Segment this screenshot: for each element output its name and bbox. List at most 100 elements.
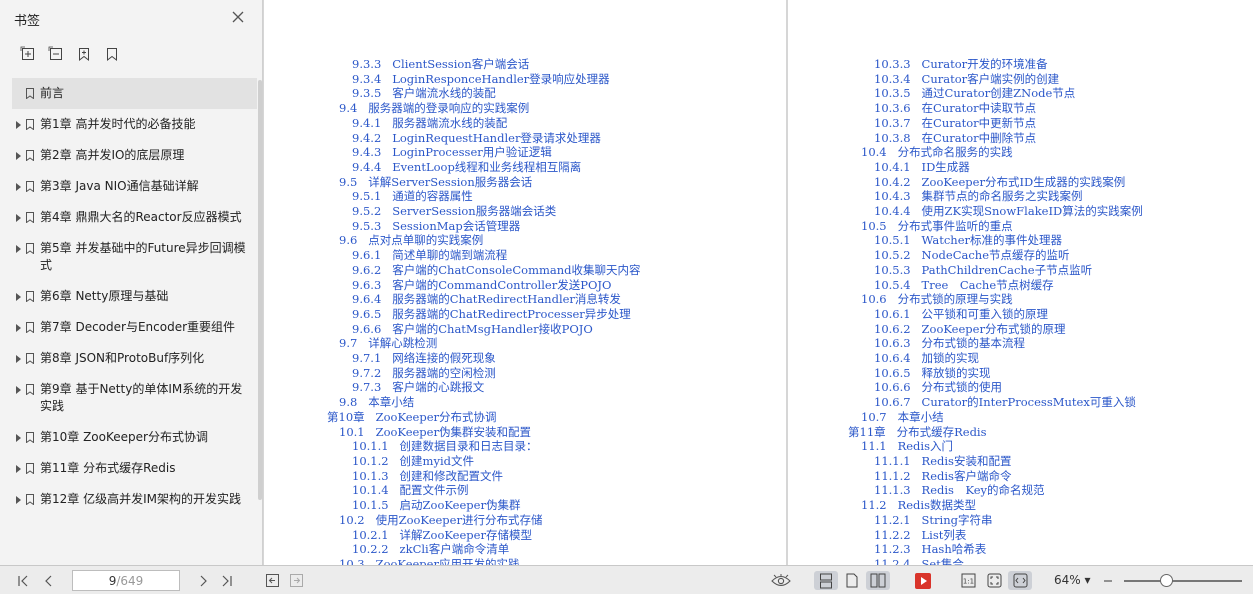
toc-entry[interactable]: 10.6 分布式锁的原理与实践 xyxy=(788,292,1253,307)
expand-arrow-icon[interactable] xyxy=(16,245,21,253)
toc-entry[interactable]: 9.3.3 ClientSession客户端会话 xyxy=(264,57,786,72)
toc-entry[interactable]: 10.4.2 ZooKeeper分布式ID生成器的实践案例 xyxy=(788,175,1253,190)
continuous-scroll-icon[interactable] xyxy=(814,571,838,590)
bookmark-item[interactable]: 第9章 基于Netty的单体IM系统的开发实践 xyxy=(12,374,257,422)
toc-entry[interactable]: 10.3 ZooKeeper应用开发的实践 xyxy=(264,557,786,565)
toc-entry[interactable]: 10.4.4 使用ZK实现SnowFlakeID算法的实践案例 xyxy=(788,204,1253,219)
toc-entry[interactable]: 10.6.4 加锁的实现 xyxy=(788,351,1253,366)
page-number-input[interactable]: 9/649 xyxy=(72,570,180,591)
toc-entry[interactable]: 9.7.3 客户端的心跳报文 xyxy=(264,380,786,395)
toc-entry[interactable]: 9.4.1 服务器端流水线的装配 xyxy=(264,116,786,131)
play-icon[interactable] xyxy=(912,571,934,590)
previous-page-icon[interactable] xyxy=(40,571,58,590)
forward-icon[interactable] xyxy=(286,571,306,590)
toc-entry[interactable]: 9.4.2 LoginRequestHandler登录请求处理器 xyxy=(264,131,786,146)
toc-entry[interactable]: 11.2.1 String字符串 xyxy=(788,513,1253,528)
bookmark-item[interactable]: 前言 xyxy=(12,78,257,109)
toc-entry[interactable]: 9.7.1 网络连接的假死现象 xyxy=(264,351,786,366)
toc-entry[interactable]: 10.1.5 启动ZooKeeper伪集群 xyxy=(264,498,786,513)
toc-entry[interactable]: 9.3.4 LoginResponceHandler登录响应处理器 xyxy=(264,72,786,87)
toc-entry[interactable]: 10.4.1 ID生成器 xyxy=(788,160,1253,175)
expand-arrow-icon[interactable] xyxy=(16,496,21,504)
toc-entry[interactable]: 9.5.3 SessionMap会话管理器 xyxy=(264,219,786,234)
toc-entry[interactable]: 10.3.5 通过Curator创建ZNode节点 xyxy=(788,86,1253,101)
collapse-all-icon[interactable] xyxy=(48,46,64,62)
toc-entry[interactable]: 9.6.5 服务器端的ChatRedirectProcesser异步处理 xyxy=(264,307,786,322)
toc-entry[interactable]: 第10章 ZooKeeper分布式协调 xyxy=(264,410,786,425)
toc-entry[interactable]: 10.3.6 在Curator中读取节点 xyxy=(788,101,1253,116)
toc-entry[interactable]: 10.5.4 Tree Cache节点树缓存 xyxy=(788,278,1253,293)
expand-arrow-icon[interactable] xyxy=(16,121,21,129)
zoom-out-icon[interactable] xyxy=(1100,571,1116,590)
sidebar-scrollbar[interactable] xyxy=(258,80,262,500)
toc-entry[interactable]: 10.3.8 在Curator中删除节点 xyxy=(788,131,1253,146)
toc-entry[interactable]: 10.6.1 公平锁和可重入锁的原理 xyxy=(788,307,1253,322)
toc-entry[interactable]: 11.1 Redis入门 xyxy=(788,439,1253,454)
toc-entry[interactable]: 10.4.3 集群节点的命名服务之实践案例 xyxy=(788,189,1253,204)
toc-entry[interactable]: 9.4 服务器端的登录响应的实践案例 xyxy=(264,101,786,116)
toc-entry[interactable]: 10.6.5 释放锁的实现 xyxy=(788,366,1253,381)
toc-entry[interactable]: 10.1 ZooKeeper伪集群安装和配置 xyxy=(264,425,786,440)
bookmark-item[interactable]: 第1章 高并发时代的必备技能 xyxy=(12,109,257,140)
toc-entry[interactable]: 10.5.3 PathChildrenCache子节点监听 xyxy=(788,263,1253,278)
bookmark-item[interactable]: 第7章 Decoder与Encoder重要组件 xyxy=(12,312,257,343)
toc-entry[interactable]: 10.6.7 Curator的InterProcessMutex可重入锁 xyxy=(788,395,1253,410)
zoom-slider-handle[interactable] xyxy=(1160,574,1173,587)
bookmark-icon[interactable] xyxy=(104,46,120,62)
toc-entry[interactable]: 10.5.1 Watcher标准的事件处理器 xyxy=(788,233,1253,248)
toc-entry[interactable]: 10.7 本章小结 xyxy=(788,410,1253,425)
expand-arrow-icon[interactable] xyxy=(16,214,21,222)
eye-icon[interactable] xyxy=(770,571,792,590)
toc-entry[interactable]: 9.5.1 通道的容器属性 xyxy=(264,189,786,204)
toc-entry[interactable]: 9.6.3 客户端的CommandController发送POJO xyxy=(264,278,786,293)
bookmark-item[interactable]: 第11章 分布式缓存Redis xyxy=(12,453,257,484)
toc-entry[interactable]: 9.5.2 ServerSession服务器端会话类 xyxy=(264,204,786,219)
bookmark-item[interactable]: 第2章 高并发IO的底层原理 xyxy=(12,140,257,171)
first-page-icon[interactable] xyxy=(14,571,32,590)
toc-entry[interactable]: 10.1.4 配置文件示例 xyxy=(264,483,786,498)
add-bookmark-icon[interactable] xyxy=(76,46,92,62)
toc-entry[interactable]: 9.4.3 LoginProcesser用户验证逻辑 xyxy=(264,145,786,160)
toc-entry[interactable]: 11.1.3 Redis Key的命名规范 xyxy=(788,483,1253,498)
toc-entry[interactable]: 11.2.2 List列表 xyxy=(788,528,1253,543)
last-page-icon[interactable] xyxy=(218,571,236,590)
expand-arrow-icon[interactable] xyxy=(16,152,21,160)
toc-entry[interactable]: 10.1.2 创建myid文件 xyxy=(264,454,786,469)
toc-entry[interactable]: 第11章 分布式缓存Redis xyxy=(788,425,1253,440)
toc-entry[interactable]: 9.6.1 简述单聊的端到端流程 xyxy=(264,248,786,263)
toc-entry[interactable]: 10.1.3 创建和修改配置文件 xyxy=(264,469,786,484)
toc-entry[interactable]: 10.6.2 ZooKeeper分布式锁的原理 xyxy=(788,322,1253,337)
toc-entry[interactable]: 9.8 本章小结 xyxy=(264,395,786,410)
toc-entry[interactable]: 11.2.4 Set集合 xyxy=(788,557,1253,565)
close-icon[interactable] xyxy=(230,9,246,25)
toc-entry[interactable]: 10.1.1 创建数据目录和日志目录： xyxy=(264,439,786,454)
fit-width-icon[interactable] xyxy=(1008,571,1032,590)
toc-entry[interactable]: 10.6.3 分布式锁的基本流程 xyxy=(788,336,1253,351)
zoom-dropdown[interactable]: 64% ▾ xyxy=(1054,573,1091,587)
expand-arrow-icon[interactable] xyxy=(16,324,21,332)
toc-entry[interactable]: 9.6.6 客户端的ChatMsgHandler接收POJO xyxy=(264,322,786,337)
toc-entry[interactable]: 10.3.4 Curator客户端实例的创建 xyxy=(788,72,1253,87)
toc-entry[interactable]: 11.1.2 Redis客户端命令 xyxy=(788,469,1253,484)
expand-arrow-icon[interactable] xyxy=(16,465,21,473)
toc-entry[interactable]: 10.2.1 详解ZooKeeper存储模型 xyxy=(264,528,786,543)
toc-entry[interactable]: 9.4.4 EventLoop线程和业务线程相互隔离 xyxy=(264,160,786,175)
fit-page-icon[interactable] xyxy=(984,571,1004,590)
toc-entry[interactable]: 10.5.2 NodeCache节点缓存的监听 xyxy=(788,248,1253,263)
back-icon[interactable] xyxy=(262,571,282,590)
toc-entry[interactable]: 9.6.4 服务器端的ChatRedirectHandler消息转发 xyxy=(264,292,786,307)
expand-arrow-icon[interactable] xyxy=(16,355,21,363)
bookmark-item[interactable]: 第6章 Netty原理与基础 xyxy=(12,281,257,312)
expand-arrow-icon[interactable] xyxy=(16,293,21,301)
toc-entry[interactable]: 11.1.1 Redis安装和配置 xyxy=(788,454,1253,469)
two-page-icon[interactable] xyxy=(866,571,890,590)
bookmark-item[interactable]: 第3章 Java NIO通信基础详解 xyxy=(12,171,257,202)
expand-arrow-icon[interactable] xyxy=(16,386,21,394)
bookmark-item[interactable]: 第10章 ZooKeeper分布式协调 xyxy=(12,422,257,453)
zoom-slider[interactable] xyxy=(1124,580,1242,582)
toc-entry[interactable]: 11.2 Redis数据类型 xyxy=(788,498,1253,513)
toc-entry[interactable]: 9.3.5 客户端流水线的装配 xyxy=(264,86,786,101)
bookmark-item[interactable]: 第12章 亿级高并发IM架构的开发实践 xyxy=(12,484,257,515)
bookmark-item[interactable]: 第4章 鼎鼎大名的Reactor反应器模式 xyxy=(12,202,257,233)
toc-entry[interactable]: 9.7 详解心跳检测 xyxy=(264,336,786,351)
